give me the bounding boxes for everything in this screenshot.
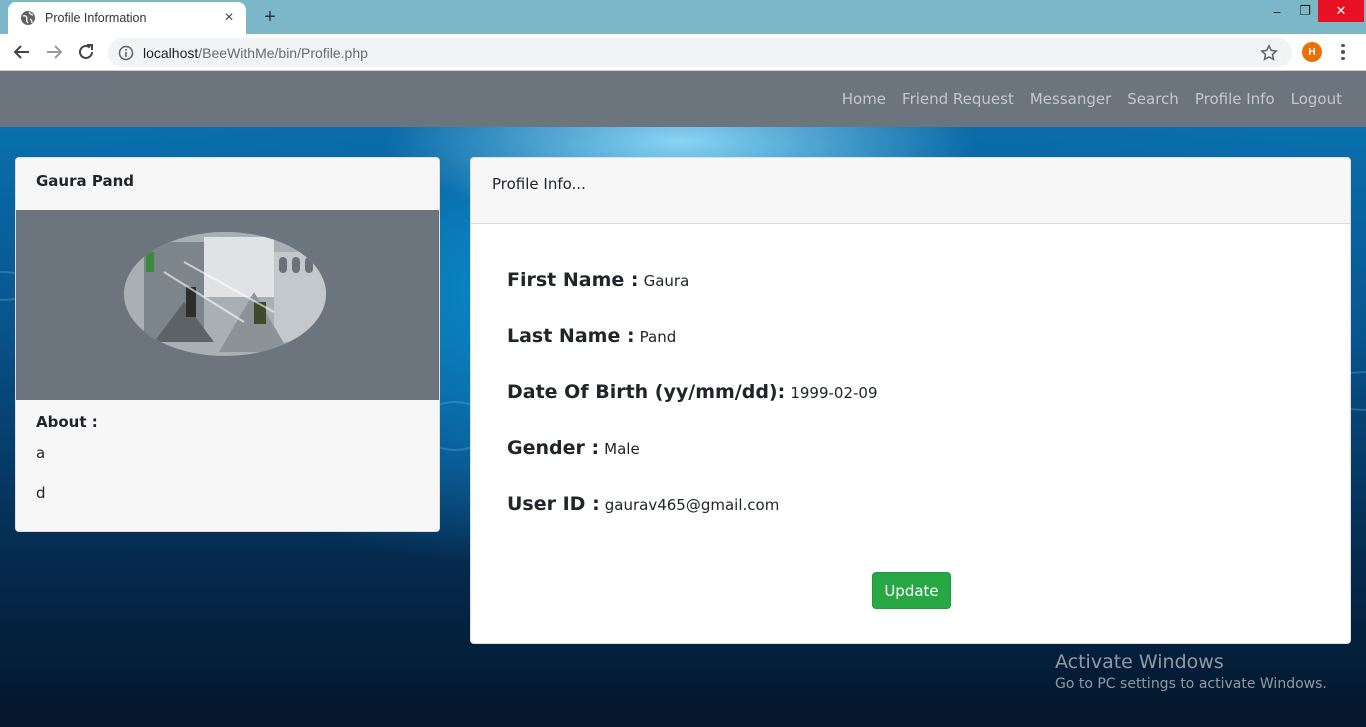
- field-value: Male: [604, 440, 640, 458]
- gender-row: Gender : Male: [507, 437, 640, 459]
- browser-tab-strip: Profile Information × + – ❐ ✕: [0, 0, 1366, 34]
- new-tab-button[interactable]: +: [260, 6, 280, 29]
- forward-button[interactable]: [43, 41, 65, 63]
- browser-toolbar: localhost/BeeWithMe/bin/Profile.php: [0, 34, 1366, 71]
- activate-windows-subtitle: Go to PC settings to activate Windows.: [1055, 676, 1327, 692]
- profile-name: Gaura Pand: [36, 172, 134, 190]
- close-window-button[interactable]: ✕: [1318, 0, 1364, 22]
- nav-link-friend-request[interactable]: Friend Request: [902, 90, 1014, 108]
- nav-link-logout[interactable]: Logout: [1291, 90, 1342, 108]
- profile-photo-area: [16, 210, 439, 400]
- info-icon[interactable]: [118, 45, 134, 61]
- arrow-right-icon: [47, 45, 63, 59]
- nav-link-profile-info[interactable]: Profile Info: [1195, 90, 1275, 108]
- tab-close-icon[interactable]: ×: [222, 10, 236, 26]
- last-name-row: Last Name : Pand: [507, 325, 676, 347]
- field-label: First Name :: [507, 269, 639, 291]
- url-path: /BeeWithMe/bin/Profile.php: [198, 44, 368, 61]
- address-bar[interactable]: localhost/BeeWithMe/bin/Profile.php: [108, 38, 1292, 67]
- tab-title: Profile Information: [45, 11, 147, 25]
- nav-link-search[interactable]: Search: [1127, 90, 1179, 108]
- profile-card: Gaura Pand About: a d: [15, 157, 440, 532]
- field-value: 1999-02-09: [790, 384, 878, 402]
- profile-info-card: Profile Info... First Name : Gaura Last …: [470, 157, 1351, 644]
- field-label: Gender :: [507, 437, 600, 459]
- field-label: User ID :: [507, 493, 600, 515]
- about-label: About :: [36, 413, 98, 431]
- menu-kebab-icon[interactable]: [1336, 42, 1350, 62]
- browser-tab[interactable]: Profile Information ×: [8, 2, 246, 34]
- top-navbar: Home Friend Request Messanger Search Profile…: [0, 71, 1366, 127]
- page-background: Home Friend Request Messanger Search Profile…: [0, 71, 1366, 727]
- user-id-row: User ID : gaurav465@gmail.com: [507, 493, 779, 515]
- back-button[interactable]: [11, 41, 33, 63]
- field-value: Pand: [639, 328, 677, 346]
- reload-icon: [79, 44, 93, 59]
- first-name-row: First Name : Gaura: [507, 269, 689, 291]
- about-line: a: [36, 444, 46, 462]
- bookmark-star-icon[interactable]: [1260, 44, 1278, 62]
- arrow-left-icon: [13, 45, 29, 59]
- profile-photo-image: [124, 232, 326, 356]
- update-button[interactable]: Update: [872, 572, 951, 609]
- field-label: Date Of Birth (yy/mm/dd):: [507, 381, 786, 403]
- field-label: Last Name :: [507, 325, 635, 347]
- activate-windows-title: Activate Windows: [1055, 651, 1224, 673]
- field-value: gaurav465@gmail.com: [604, 496, 780, 514]
- nav-links: Home Friend Request Messanger Search Profile…: [826, 71, 1342, 127]
- reload-button[interactable]: [75, 41, 97, 63]
- card-header: Profile Info...: [471, 158, 1350, 224]
- about-line: d: [36, 484, 46, 502]
- globe-icon: [21, 11, 35, 25]
- profile-photo: [124, 232, 326, 356]
- card-title: Profile Info...: [492, 175, 586, 193]
- url-host: localhost: [143, 44, 199, 61]
- field-value: Gaura: [643, 272, 690, 290]
- nav-link-home[interactable]: Home: [842, 90, 886, 108]
- nav-link-messanger[interactable]: Messanger: [1030, 90, 1111, 108]
- restore-button[interactable]: ❐: [1290, 0, 1320, 22]
- minimize-button[interactable]: –: [1262, 0, 1292, 22]
- profile-avatar[interactable]: H: [1302, 42, 1322, 62]
- date-of-birth-row: Date Of Birth (yy/mm/dd): 1999-02-09: [507, 381, 878, 403]
